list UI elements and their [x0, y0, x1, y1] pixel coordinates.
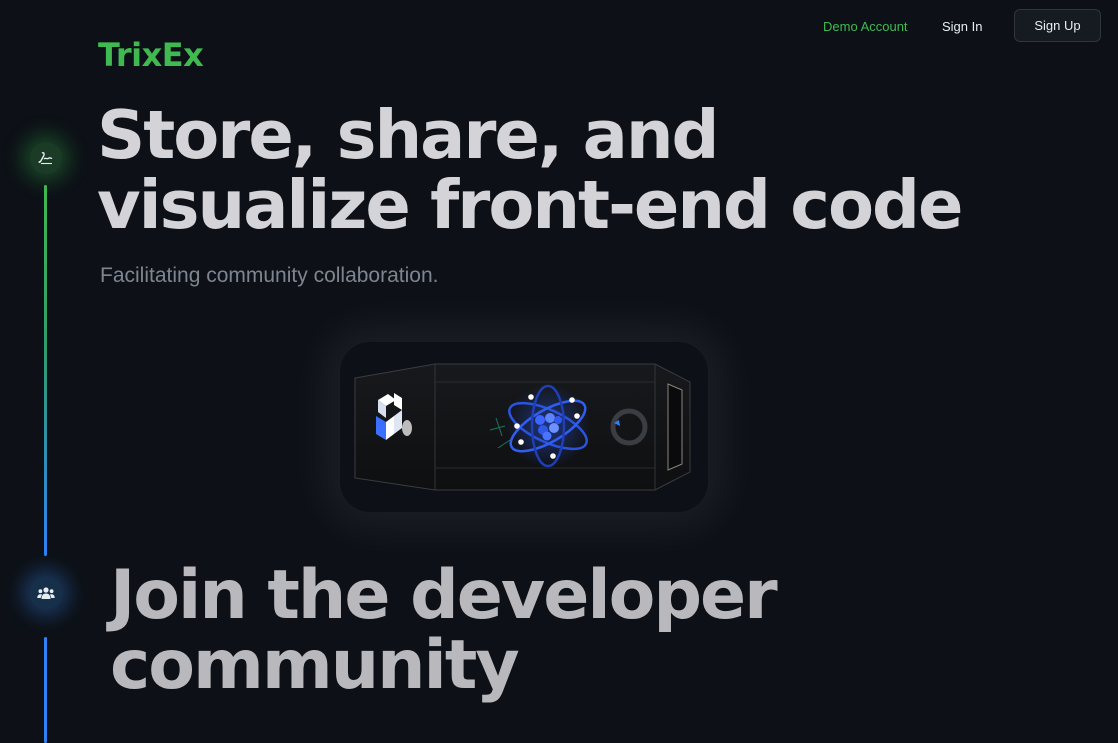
community-title: Join the developer community	[110, 556, 778, 705]
timeline-node-code	[30, 142, 62, 174]
hero-title-line: visualize front-end code	[97, 166, 963, 244]
hero-subtitle: Facilitating community collaboration.	[100, 264, 439, 287]
landing-page: Demo Account Sign In Sign Up TrixEx Stor…	[0, 0, 1118, 743]
timeline-node-community	[30, 577, 62, 609]
sign-up-button[interactable]: Sign Up	[1014, 9, 1101, 42]
signature-icon	[38, 152, 53, 165]
hero-title: Store, share, and visualize front-end co…	[97, 96, 963, 244]
sign-in-link[interactable]: Sign In	[942, 19, 982, 34]
hero-title-line: Store, share, and	[97, 96, 720, 174]
community-title-line: Join the developer	[110, 556, 778, 635]
logo[interactable]: TrixEx	[98, 36, 204, 74]
community-title-line: community	[110, 626, 520, 705]
users-icon	[37, 587, 55, 599]
timeline-line	[44, 185, 47, 556]
demo-account-link[interactable]: Demo Account	[823, 19, 908, 34]
showcase-panel	[354, 363, 691, 491]
timeline-line	[44, 637, 47, 743]
